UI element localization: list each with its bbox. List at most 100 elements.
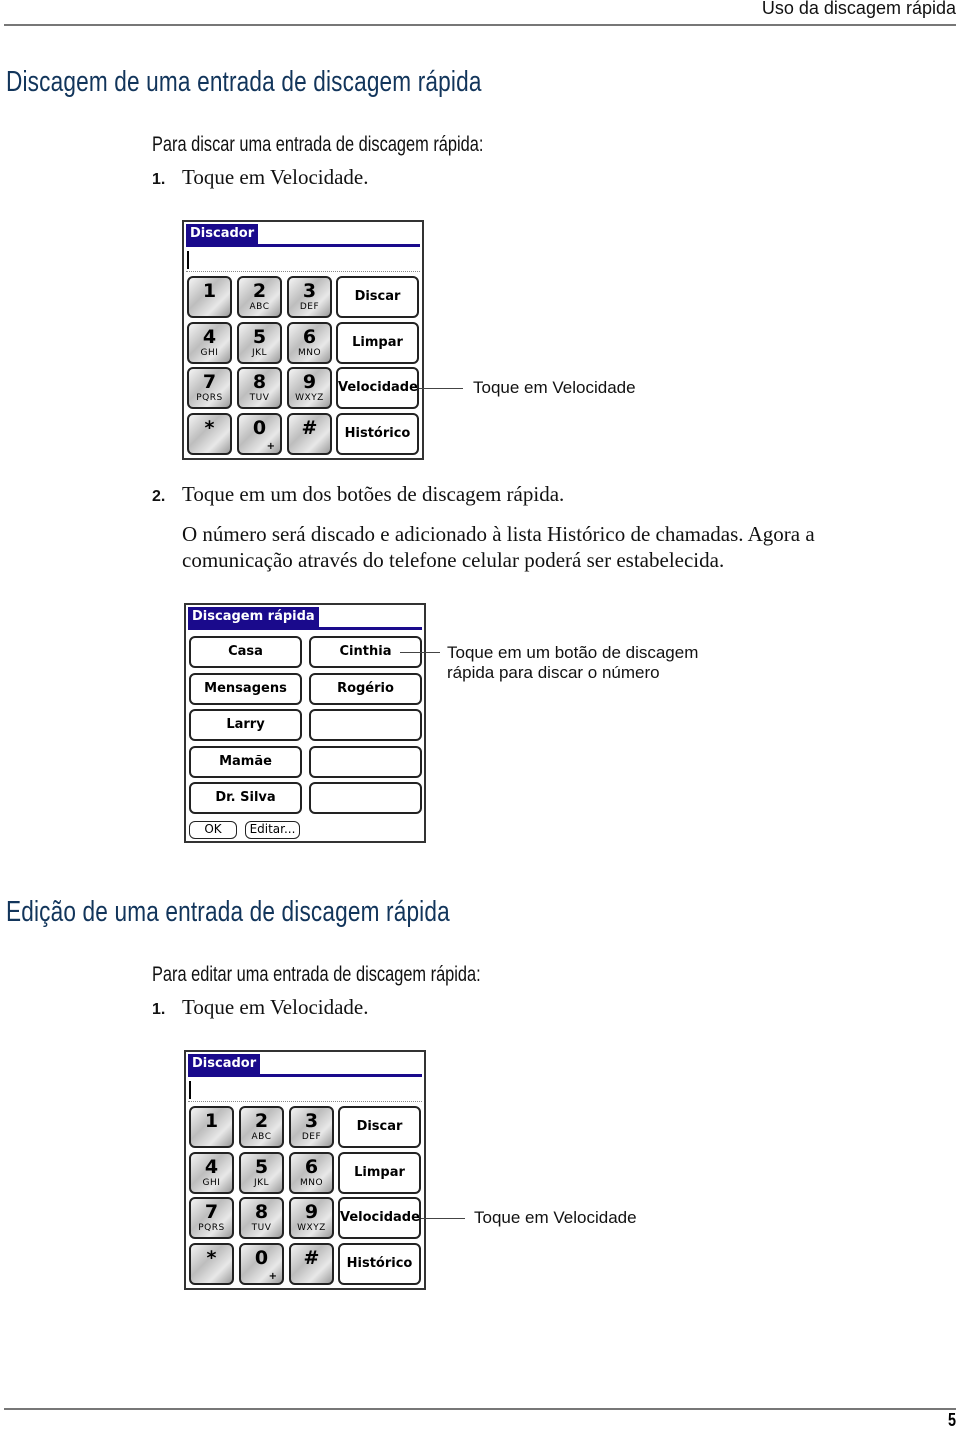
key-1[interactable]: 1 (187, 276, 232, 318)
key-digit: 8 (252, 371, 267, 393)
procedure-lead: Para editar uma entrada de discagem rápi… (152, 963, 481, 986)
key-digit: 9 (302, 371, 317, 393)
key-star[interactable]: * (189, 1242, 234, 1285)
key-digit: 9 (304, 1201, 319, 1223)
key-digit: 1 (204, 1110, 219, 1132)
velocidade-button[interactable]: Velocidade (338, 1197, 421, 1239)
key-digit: * (206, 1246, 217, 1269)
key-2[interactable]: 2 ABC (237, 276, 282, 318)
key-9[interactable]: 9 WXYZ (289, 1197, 334, 1239)
limpar-button[interactable]: Limpar (338, 1151, 421, 1194)
key-digit: 5 (252, 325, 267, 348)
running-header: Uso da discagem rápida (761, 0, 956, 18)
result-paragraph: O número será discado e adicionado à lis… (182, 522, 815, 572)
key-digit: 3 (302, 280, 317, 302)
key-letters: WXYZ (297, 1223, 326, 1233)
key-letters: GHI (200, 347, 219, 358)
key-6[interactable]: 6 MNO (287, 321, 332, 364)
historico-button[interactable]: Histórico (338, 1242, 421, 1285)
page-number: 5 (947, 1410, 956, 1430)
key-pound[interactable]: # (289, 1242, 334, 1285)
key-8[interactable]: 8 TUV (239, 1197, 284, 1239)
speed-dial-button[interactable]: Mensagens (189, 672, 302, 705)
key-5[interactable]: 5 JKL (239, 1151, 284, 1194)
key-digit: 6 (302, 325, 317, 348)
velocidade-button[interactable]: Velocidade (336, 367, 419, 409)
step-1: 1. Toque em Velocidade. (152, 165, 369, 190)
step-number: 1. (152, 171, 166, 188)
discar-button[interactable]: Discar (338, 1106, 421, 1148)
key-letters: MNO (297, 347, 322, 358)
callout-line-2: rápida para discar o número (447, 663, 660, 682)
key-digit: 4 (202, 325, 217, 348)
key-letters: DEF (301, 1132, 322, 1142)
callout-speed-dial: Toque em um botão de discagem rápida par… (447, 643, 698, 683)
key-1[interactable]: 1 (189, 1106, 234, 1148)
text-cursor (187, 251, 189, 269)
key-8[interactable]: 8 TUV (237, 367, 282, 409)
speed-dial-button[interactable]: Rogério (309, 672, 422, 705)
number-entry-field[interactable] (186, 249, 420, 272)
key-0[interactable]: 0 + (237, 412, 282, 455)
key-4[interactable]: 4 GHI (187, 321, 232, 364)
key-0[interactable]: 0 + (239, 1242, 284, 1285)
plus-sign: + (266, 440, 275, 452)
procedure-lead: Para discar uma entrada de discagem rápi… (152, 133, 484, 156)
speed-dial-button-empty[interactable] (309, 745, 422, 778)
historico-button[interactable]: Histórico (336, 412, 419, 455)
screen-title: Discador (188, 1054, 261, 1074)
key-letters: WXYZ (295, 393, 324, 403)
discar-button[interactable]: Discar (336, 276, 419, 318)
number-entry-field[interactable] (188, 1079, 422, 1102)
key-digit: # (303, 1246, 320, 1269)
key-digit: 0 (254, 1246, 269, 1269)
screen-title: Discagem rápida (188, 607, 319, 627)
key-digit: 4 (204, 1155, 219, 1178)
key-5[interactable]: 5 JKL (237, 321, 282, 364)
key-digit: 2 (252, 280, 267, 302)
key-9[interactable]: 9 WXYZ (287, 367, 332, 409)
callout-leader-line (400, 652, 440, 653)
key-letters: ABC (251, 1132, 272, 1142)
key-letters: TUV (249, 393, 270, 403)
speed-dial-button[interactable]: Dr. Silva (189, 782, 302, 815)
plus-sign: + (268, 1270, 277, 1282)
key-star[interactable]: * (187, 412, 232, 455)
speed-dial-button-empty[interactable] (309, 782, 422, 815)
step-1: 1. Toque em Velocidade. (152, 995, 369, 1020)
step-2: 2. Toque em um dos botões de discagem ráp… (152, 482, 564, 507)
step-text: Toque em um dos botões de discagem rápid… (182, 482, 565, 506)
key-letters: TUV (251, 1223, 272, 1233)
title-bar: Discagem rápida (188, 607, 422, 630)
key-3[interactable]: 3 DEF (287, 276, 332, 318)
step-text: Toque em Velocidade. (182, 995, 369, 1019)
key-digit: 7 (204, 1201, 219, 1223)
callout-velocidade: Toque em Velocidade (474, 1208, 637, 1227)
limpar-button[interactable]: Limpar (336, 321, 419, 364)
speed-dial-button-empty[interactable] (309, 709, 422, 742)
key-letters: JKL (253, 1177, 270, 1188)
key-6[interactable]: 6 MNO (289, 1151, 334, 1194)
key-digit: 5 (254, 1155, 269, 1178)
speed-dial-screen: Discagem rápida Casa Mensagens Larry Mamãe D… (184, 603, 426, 843)
section-heading-dialing: Discagem de uma entrada de discagem rápi… (6, 66, 482, 98)
key-7[interactable]: 7 PQRS (187, 367, 232, 409)
key-4[interactable]: 4 GHI (189, 1151, 234, 1194)
callout-leader-line (421, 1218, 465, 1219)
key-7[interactable]: 7 PQRS (189, 1197, 234, 1239)
key-2[interactable]: 2 ABC (239, 1106, 284, 1148)
speed-dial-button[interactable]: Larry (189, 709, 302, 742)
speed-dial-button[interactable]: Casa (189, 636, 302, 668)
text-cursor (189, 1081, 191, 1099)
key-letters: PQRS (196, 393, 223, 403)
callout-leader-line (419, 388, 463, 389)
key-letters: DEF (299, 302, 320, 312)
speed-dial-button[interactable]: Mamãe (189, 745, 302, 778)
ok-button[interactable]: OK (189, 821, 237, 839)
key-3[interactable]: 3 DEF (289, 1106, 334, 1148)
key-letters: MNO (299, 1177, 324, 1188)
key-letters: GHI (202, 1177, 221, 1188)
callout-velocidade: Toque em Velocidade (473, 378, 636, 397)
edit-button[interactable]: Editar... (245, 821, 300, 839)
key-pound[interactable]: # (287, 412, 332, 455)
